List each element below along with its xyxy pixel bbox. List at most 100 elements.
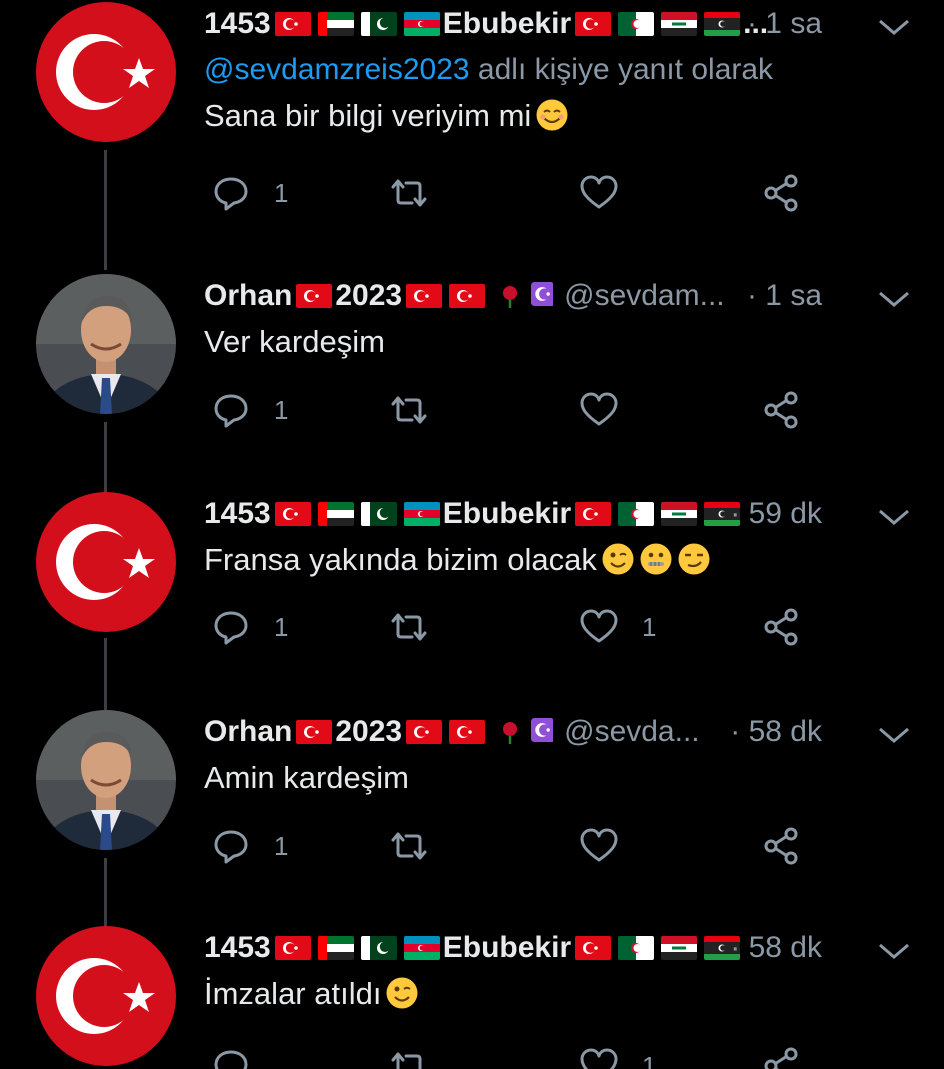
star-crescent-icon <box>525 718 554 746</box>
like-button[interactable] <box>578 163 642 223</box>
reply-icon <box>214 1050 248 1069</box>
like-button[interactable] <box>578 380 642 440</box>
display-name[interactable]: Orhan <box>204 274 292 318</box>
display-name[interactable]: 1453 <box>204 926 271 970</box>
timestamp[interactable]: · 59 dk <box>730 492 822 536</box>
display-name-suffix[interactable]: Ebubekir <box>443 492 571 536</box>
reply-button[interactable]: 1 <box>210 816 288 876</box>
tweet-text-body: İmzalar atıldı <box>204 976 382 1011</box>
chevron-down-icon[interactable] <box>874 934 914 962</box>
handle[interactable]: @sevdam... <box>564 274 725 318</box>
share-button[interactable] <box>760 380 802 440</box>
reply-thread: 1453 Ebubekir ... · 1 sa @sevdamzreis202… <box>0 0 944 1069</box>
flag-emojis <box>271 502 443 526</box>
turkey-flag-icon <box>274 936 311 960</box>
star-crescent-icon <box>525 282 554 310</box>
retweet-button[interactable] <box>388 597 430 657</box>
tweet-text-body: Sana bir bilgi veriyim mi <box>204 98 532 133</box>
tweet-text-body: Fransa yakında bizim olacak <box>204 542 597 577</box>
libya-flag-icon <box>704 12 741 36</box>
reply-button[interactable]: 1 <box>210 163 288 223</box>
turkey-flag-icon <box>406 284 443 308</box>
retweet-button[interactable] <box>388 163 430 223</box>
share-icon <box>764 1047 798 1069</box>
display-name-suffix[interactable]: 2023 <box>335 710 402 754</box>
like-icon <box>580 175 618 209</box>
tweet-text-body: Ver kardeşim <box>204 324 385 359</box>
timestamp[interactable]: · 58 dk <box>730 710 822 754</box>
like-button[interactable] <box>578 816 642 876</box>
display-name-suffix[interactable]: 2023 <box>335 274 402 318</box>
timestamp[interactable]: · 1 sa <box>747 2 822 46</box>
share-icon <box>764 174 798 212</box>
share-button[interactable] <box>760 1036 802 1069</box>
reply-count: 1 <box>274 394 289 425</box>
tweet-actions-row: 1 <box>0 163 944 223</box>
tweet-actions-row: 1 <box>0 816 944 876</box>
retweet-icon <box>391 179 427 207</box>
turkey-flag-icon <box>274 12 311 36</box>
flag-emojis <box>402 282 556 310</box>
reply-button[interactable]: 1 <box>210 380 288 440</box>
timestamp[interactable]: · 1 sa <box>747 274 822 318</box>
tweet-text: Ver kardeşim <box>204 320 914 364</box>
pakistan-flag-icon <box>360 936 397 960</box>
turkey-flag-icon <box>575 936 612 960</box>
retweet-icon <box>391 613 427 641</box>
turkey-flag-icon <box>296 720 333 744</box>
display-name[interactable]: Orhan <box>204 710 292 754</box>
chevron-down-icon[interactable] <box>874 718 914 746</box>
avatar-turkish-flag[interactable] <box>36 2 176 142</box>
display-name-suffix[interactable]: Ebubekir <box>443 926 571 970</box>
display-name[interactable]: 1453 <box>204 492 271 536</box>
mention-link[interactable]: @sevdamzreis2023 <box>204 53 470 86</box>
like-button[interactable]: 1 <box>578 1036 656 1069</box>
reply-icon <box>214 177 248 211</box>
tweet-header: Orhan 2023 @sevdam... · 1 sa <box>204 274 914 318</box>
display-name[interactable]: 1453 <box>204 2 271 46</box>
share-button[interactable] <box>760 163 802 223</box>
turkey-flag-icon <box>274 502 311 526</box>
share-button[interactable] <box>760 816 802 876</box>
flag-emojis <box>571 936 743 960</box>
reply-context-text: adlı kişiye yanıt olarak <box>469 53 774 86</box>
retweet-icon <box>391 1052 422 1069</box>
retweet-button[interactable] <box>388 816 430 876</box>
azerbaijan-flag-icon <box>403 12 440 36</box>
reply-button[interactable]: 1 <box>210 597 288 657</box>
share-icon <box>764 391 798 429</box>
retweet-button[interactable] <box>388 380 430 440</box>
timestamp[interactable]: · 58 dk <box>730 926 822 970</box>
reply-context: @sevdamzreis2023 adlı kişiye yanıt olara… <box>204 48 914 92</box>
tweet-header: 1453 Ebubekir · 58 dk <box>204 926 914 970</box>
like-button[interactable]: 1 <box>578 597 656 657</box>
reply-count: 1 <box>274 611 289 642</box>
uae-flag-icon <box>317 502 354 526</box>
retweet-icon <box>391 396 427 424</box>
flag-emojis <box>271 936 443 960</box>
display-name-suffix[interactable]: Ebubekir <box>443 2 571 46</box>
tweet-text: Amin kardeşim <box>204 756 914 800</box>
azerbaijan-flag-icon <box>403 936 440 960</box>
handle[interactable]: @sevda... <box>564 710 700 754</box>
chevron-down-icon[interactable] <box>874 500 914 528</box>
azerbaijan-flag-icon <box>403 502 440 526</box>
chevron-down-icon[interactable] <box>874 282 914 310</box>
rose-icon <box>492 284 518 308</box>
tweet-header: 1453 Ebubekir ... · 1 sa <box>204 2 914 46</box>
like-icon <box>580 828 618 862</box>
tweet-actions-row: 1 <box>0 380 944 440</box>
share-button[interactable] <box>760 597 802 657</box>
flag-emojis <box>292 720 335 744</box>
iraq-flag-icon <box>661 502 698 526</box>
pakistan-flag-icon <box>360 12 397 36</box>
algeria-flag-icon <box>618 936 655 960</box>
retweet-button[interactable] <box>388 1036 430 1069</box>
share-icon <box>764 827 798 865</box>
chevron-down-icon[interactable] <box>874 10 914 38</box>
reply-button[interactable] <box>210 1036 274 1069</box>
like-count: 1 <box>642 611 657 642</box>
turkey-flag-icon <box>449 284 486 308</box>
turkey-flag-icon <box>406 720 443 744</box>
like-icon <box>580 1048 618 1069</box>
